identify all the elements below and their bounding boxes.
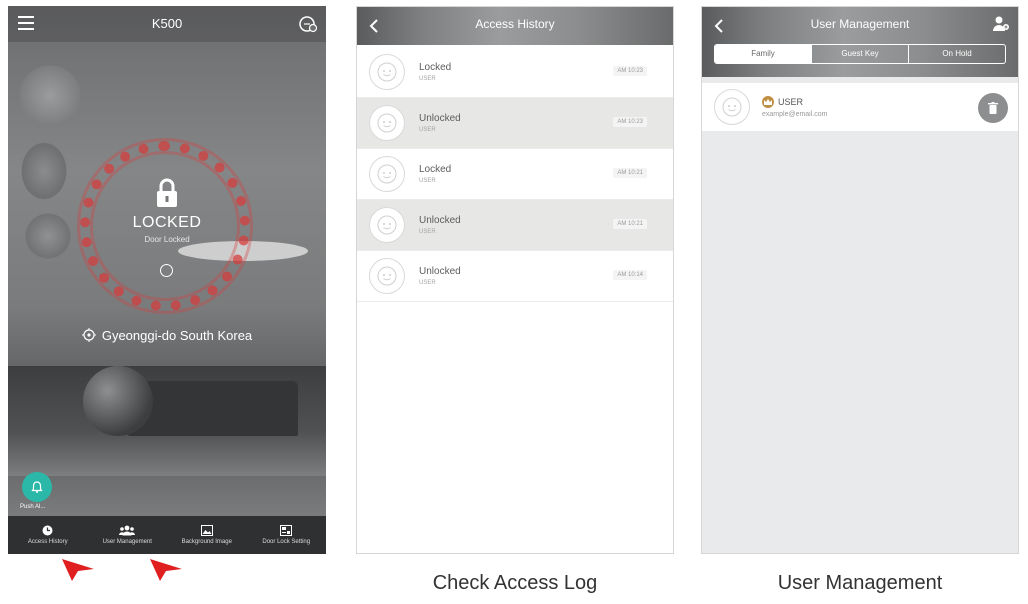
main-topbar: K500	[8, 6, 326, 42]
power-icon[interactable]	[160, 264, 173, 277]
access-status: Unlocked	[419, 215, 461, 226]
lock-settings-icon[interactable]	[298, 14, 318, 34]
header-bar: User Management Family Guest Key On Hold	[702, 7, 1018, 77]
user-email: example@email.com	[762, 111, 828, 118]
bell-icon	[31, 481, 43, 493]
nav-user-management[interactable]: User Management	[88, 516, 168, 554]
sofa-background	[128, 381, 298, 436]
access-history-screen: Access History Locked USER AM 10:23 Unlo…	[356, 6, 674, 554]
nav-label: Access History	[27, 539, 68, 545]
access-time: AM 10:23	[613, 117, 647, 127]
main-screen: K500 LOCKED Door Locked Gyeonggi-do Sout…	[8, 6, 326, 554]
access-status: Unlocked	[419, 266, 461, 277]
caption-access-log: Check Access Log	[432, 572, 598, 594]
list-item[interactable]: Locked USER AM 10:23	[357, 47, 673, 98]
push-alert-button[interactable]	[22, 472, 52, 502]
list-item[interactable]: Unlocked USER AM 10:14	[357, 251, 673, 302]
access-status: Unlocked	[419, 113, 461, 124]
nav-door-lock-setting[interactable]: Door Lock Setting	[247, 516, 327, 554]
access-user: USER	[419, 229, 436, 235]
list-item[interactable]: Locked USER AM 10:21	[357, 149, 673, 200]
tab-on-hold[interactable]: On Hold	[908, 45, 1005, 63]
access-status: Locked	[419, 62, 452, 73]
settings-panel-icon	[280, 525, 293, 536]
access-history-list: Locked USER AM 10:23 Unlocked USER AM 10…	[357, 47, 673, 302]
nav-label: Background Image	[181, 539, 232, 545]
user-avatar-icon	[369, 105, 405, 141]
access-user: USER	[419, 178, 436, 184]
image-icon	[200, 525, 213, 536]
user-card[interactable]: USER example@email.com	[702, 83, 1018, 131]
nav-access-history[interactable]: Access History	[8, 516, 88, 554]
access-user: USER	[419, 280, 436, 286]
nav-background-image[interactable]: Background Image	[167, 516, 247, 554]
tab-family[interactable]: Family	[715, 45, 811, 63]
user-management-screen: User Management Family Guest Key On Hold…	[701, 6, 1019, 554]
padlock-icon	[155, 178, 179, 208]
access-user: USER	[419, 76, 436, 82]
tab-guest-key[interactable]: Guest Key	[811, 45, 908, 63]
user-avatar-icon	[369, 54, 405, 90]
users-icon	[119, 525, 136, 536]
lock-substate-label: Door Locked	[144, 235, 190, 244]
user-avatar-icon	[369, 258, 405, 294]
access-time: AM 10:14	[613, 270, 647, 280]
access-time: AM 10:23	[613, 66, 647, 76]
nav-label: Door Lock Setting	[262, 539, 311, 545]
device-title: K500	[151, 16, 183, 31]
access-status: Locked	[419, 164, 452, 175]
lamp-background	[83, 366, 153, 436]
add-user-icon[interactable]	[992, 15, 1010, 33]
user-type-tabs: Family Guest Key On Hold	[714, 44, 1006, 64]
list-item[interactable]: Unlocked USER AM 10:23	[357, 98, 673, 149]
clock-icon	[42, 525, 53, 536]
nav-label: User Management	[102, 539, 152, 545]
access-time: AM 10:21	[613, 168, 647, 178]
page-title: Access History	[475, 17, 555, 31]
header-bar: Access History	[357, 7, 673, 45]
list-item[interactable]: Unlocked USER AM 10:21	[357, 200, 673, 251]
caption-user-management: User Management	[777, 572, 943, 594]
user-avatar-icon	[714, 89, 750, 125]
crown-icon	[762, 96, 774, 108]
bottom-navigation: Access History User Management Backgroun…	[8, 516, 326, 554]
location-text: Gyeonggi-do South Korea	[101, 328, 253, 343]
access-user: USER	[419, 127, 436, 133]
trash-icon[interactable]	[978, 93, 1008, 123]
lock-state-label: LOCKED	[132, 214, 202, 231]
user-avatar-icon	[369, 156, 405, 192]
location-display: Gyeonggi-do South Korea	[8, 328, 326, 345]
push-alert-label: Push Al...	[20, 504, 46, 510]
user-name: USER	[778, 97, 804, 107]
user-avatar-icon	[369, 207, 405, 243]
access-time: AM 10:21	[613, 219, 647, 229]
location-target-icon	[81, 328, 96, 345]
page-title: User Management	[810, 17, 910, 31]
